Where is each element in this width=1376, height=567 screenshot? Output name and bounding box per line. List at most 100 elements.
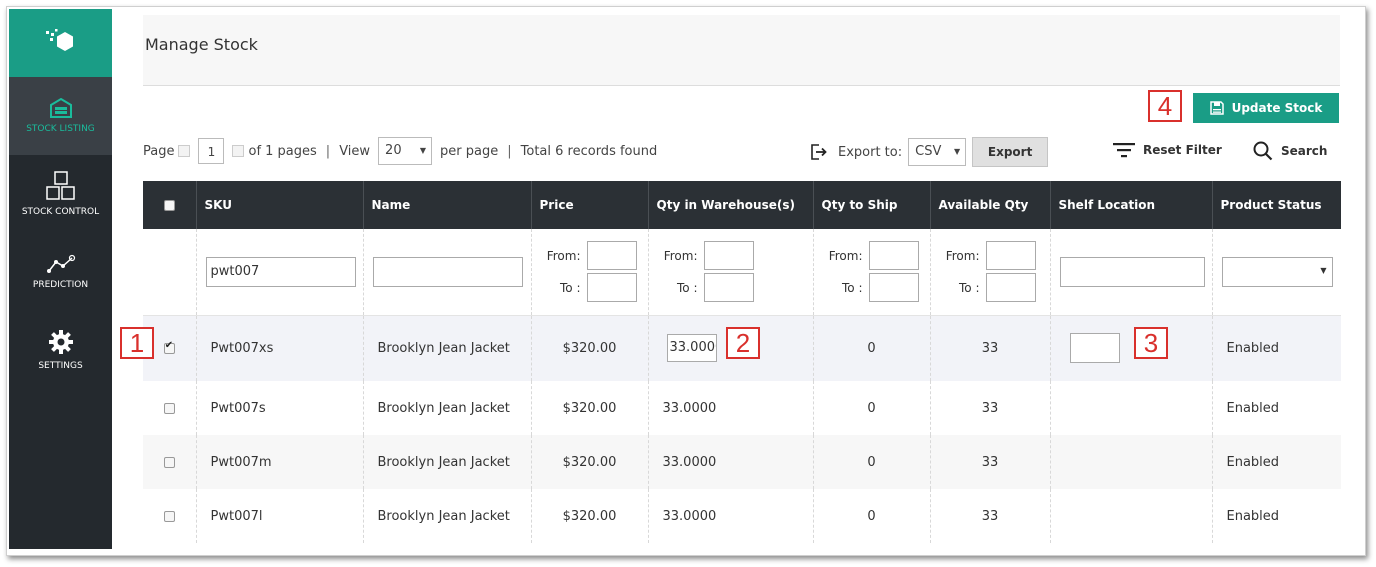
product-status-filter-select[interactable] — [1221, 256, 1333, 287]
save-icon — [1209, 101, 1224, 115]
logo[interactable] — [9, 9, 112, 77]
column-header-name[interactable]: Name — [363, 181, 532, 229]
to-label: To : — [677, 280, 698, 295]
available-qty-range-filter: From: To : — [942, 241, 1049, 303]
price-to-input[interactable] — [586, 273, 637, 303]
filter-cell: From: To : — [930, 229, 1051, 315]
sku-filter-input[interactable]: pwt007 — [205, 256, 356, 287]
sidebar-item-label: STOCK LISTING — [26, 124, 95, 134]
qty-warehouse-cell: 33.0000 — [648, 435, 814, 489]
available-from-input[interactable] — [985, 241, 1036, 271]
status-cell: Enabled — [1226, 454, 1280, 470]
available-qty-cell: 33 — [930, 489, 1051, 543]
reset-filter-button[interactable]: Reset Filter — [1113, 142, 1222, 158]
filter-row: pwt007 From: To : From: To : From: To : — [143, 229, 1341, 315]
column-header-shelf-location[interactable]: Shelf Location — [1050, 181, 1213, 229]
prev-page-button[interactable] — [178, 145, 191, 157]
row-select-cell — [143, 435, 197, 489]
column-header-product-status[interactable]: Product Status — [1212, 181, 1341, 229]
table-row[interactable]: Pwt007s Brooklyn Jean Jacket $320.00 33.… — [143, 381, 1341, 435]
name-filter-input[interactable] — [372, 256, 523, 287]
pagination-bar: Page 1 of 1 pages | View 20 per page | T… — [143, 136, 657, 166]
export-format-select[interactable]: CSV — [908, 138, 967, 166]
logo-icon — [45, 29, 73, 51]
row-checkbox[interactable] — [163, 510, 175, 522]
to-label: To : — [959, 280, 980, 295]
column-header-available-qty[interactable]: Available Qty — [930, 181, 1051, 229]
row-select-cell — [143, 381, 197, 435]
price-from-input[interactable] — [586, 241, 637, 271]
page-number-input[interactable]: 1 — [198, 138, 225, 164]
next-page-button[interactable] — [232, 145, 245, 157]
sidebar-item-prediction[interactable]: PREDICTION — [9, 233, 112, 311]
filter-cell — [363, 229, 532, 315]
page-label: Page — [143, 143, 175, 159]
available-to-input[interactable] — [985, 273, 1036, 303]
update-stock-button[interactable]: Update Stock — [1193, 93, 1339, 123]
from-label: From: — [546, 248, 581, 263]
available-qty-cell: 33 — [930, 315, 1051, 381]
sku-cell: Pwt007m — [196, 435, 364, 489]
shelf-location-cell — [1050, 435, 1213, 489]
shelf-location-cell — [1050, 315, 1213, 381]
column-header-sku[interactable]: SKU — [196, 181, 364, 229]
boxes-icon — [45, 171, 75, 200]
qty-warehouse-input[interactable]: 33.0000 — [666, 334, 717, 363]
separator: | — [325, 143, 331, 159]
per-page-select[interactable]: 20 — [378, 137, 433, 165]
stock-table: SKU Name Price Qty in Warehouse(s) Qty t… — [143, 181, 1341, 543]
select-all-header — [143, 181, 197, 229]
name-cell: Brooklyn Jean Jacket — [363, 435, 532, 489]
callout-marker-1: 1 — [120, 327, 154, 359]
status-cell: Enabled — [1226, 400, 1280, 416]
callout-marker-4: 4 — [1148, 90, 1182, 122]
gear-icon — [48, 330, 73, 354]
qty-ship-from-input[interactable] — [868, 241, 919, 271]
price-cell: $320.00 — [531, 489, 649, 543]
view-label: View — [339, 143, 371, 159]
filter-cell: From: To : — [648, 229, 814, 315]
page-title: Manage Stock — [145, 35, 258, 54]
sku-cell: Pwt007s — [196, 381, 364, 435]
shelf-location-filter-input[interactable] — [1059, 256, 1205, 287]
sidebar-item-label: SETTINGS — [38, 361, 83, 371]
table-row[interactable]: Pwt007l Brooklyn Jean Jacket $320.00 33.… — [143, 489, 1341, 543]
sku-cell: Pwt007xs — [196, 315, 364, 381]
price-cell: $320.00 — [531, 435, 649, 489]
filter-cell — [143, 229, 197, 315]
search-button[interactable]: Search — [1253, 141, 1327, 161]
filter-cell — [1050, 229, 1213, 315]
row-checkbox[interactable] — [163, 402, 175, 414]
sidebar-item-label: PREDICTION — [32, 280, 89, 290]
table-header-row: SKU Name Price Qty in Warehouse(s) Qty t… — [143, 181, 1341, 229]
export-button[interactable]: Export — [972, 137, 1049, 167]
column-header-qty-warehouse[interactable]: Qty in Warehouse(s) — [648, 181, 814, 229]
sidebar-item-stock-control[interactable]: STOCK CONTROL — [9, 155, 112, 233]
from-label: From: — [828, 248, 863, 263]
column-header-price[interactable]: Price — [531, 181, 649, 229]
callout-marker-2: 2 — [726, 327, 760, 359]
filter-cell: From: To : — [531, 229, 649, 315]
qty-ship-cell: 0 — [813, 489, 931, 543]
qty-ship-to-input[interactable] — [868, 273, 919, 303]
name-cell: Brooklyn Jean Jacket — [363, 489, 532, 543]
qty-warehouse-from-input[interactable] — [703, 241, 754, 271]
row-checkbox[interactable] — [163, 456, 175, 468]
row-checkbox[interactable] — [163, 340, 175, 354]
qty-warehouse-to-input[interactable] — [703, 273, 754, 303]
qty-ship-cell: 0 — [813, 435, 931, 489]
table-row[interactable]: Pwt007m Brooklyn Jean Jacket $320.00 33.… — [143, 435, 1341, 489]
select-all-checkbox[interactable] — [163, 200, 175, 211]
shelf-location-input[interactable] — [1069, 333, 1120, 364]
filter-cell: From: To : — [813, 229, 931, 315]
name-cell: Brooklyn Jean Jacket — [363, 381, 532, 435]
sidebar-item-settings[interactable]: SETTINGS — [9, 311, 112, 389]
column-header-qty-ship[interactable]: Qty to Ship — [813, 181, 931, 229]
row-select-cell — [143, 489, 197, 543]
price-cell: $320.00 — [531, 381, 649, 435]
callout-marker-3: 3 — [1134, 327, 1168, 359]
shelf-location-cell — [1050, 489, 1213, 543]
sidebar: STOCK LISTING STOCK CONTROL PREDICTION S… — [9, 9, 112, 549]
search-icon — [1253, 141, 1273, 161]
sidebar-item-stock-listing[interactable]: STOCK LISTING — [9, 77, 112, 155]
